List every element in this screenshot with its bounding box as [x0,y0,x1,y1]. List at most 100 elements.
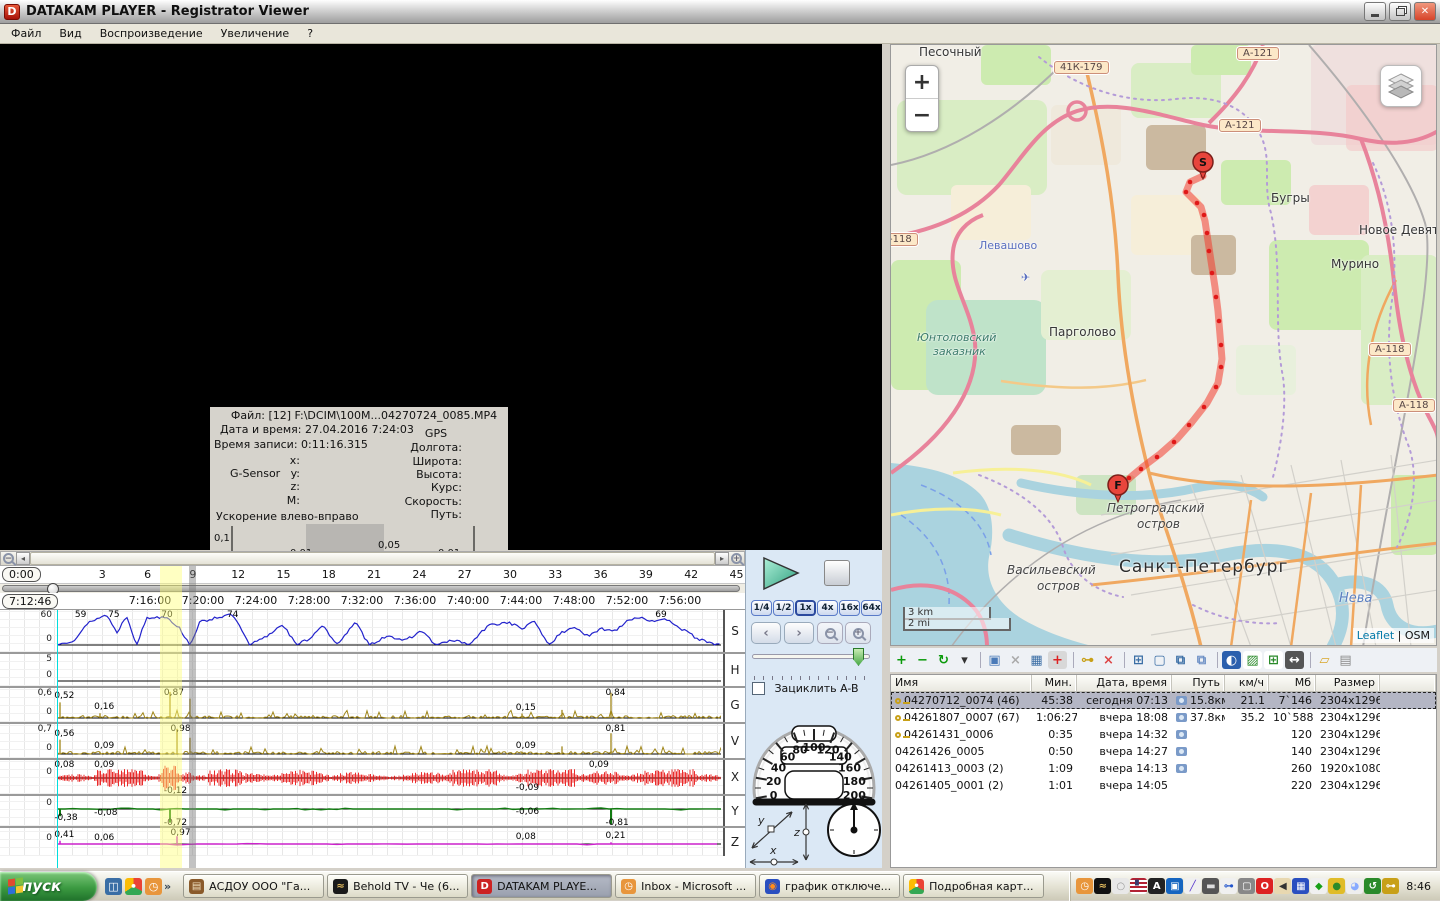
tray-punto-switcher[interactable]: A [1148,878,1165,894]
track-row-X[interactable]: 00,080,09-0,12-0,090,09X [0,758,745,794]
toolbar-remove-icon[interactable]: − [913,651,932,669]
taskbar-task-button[interactable]: ◷Inbox - Microsoft ... [615,874,756,898]
osm-link[interactable]: OSM [1405,629,1430,642]
scroll-right-button[interactable]: ▸ [715,552,729,565]
graph-zoom-out-button[interactable]: − [817,622,843,644]
menu-item-Воспроизведение[interactable]: Воспроизведение [91,25,212,42]
speed-button-64x[interactable]: 64x [861,600,882,616]
quicklaunch-overflow[interactable]: » [164,880,171,893]
task-app-icon[interactable]: ◷ [621,879,636,894]
track-row-H[interactable]: 50H [0,652,745,686]
close-button[interactable]: ✕ [1414,2,1436,21]
tray-volume[interactable]: ◀ [1274,878,1291,894]
speed-button-1/2[interactable]: 1/2 [773,600,794,616]
column-header-Путь[interactable]: Путь [1172,675,1225,691]
restore-button[interactable] [1389,2,1411,21]
taskbar-task-button[interactable]: DDATAKAM PLAYE... [471,874,612,898]
tray-red-o[interactable]: O [1256,878,1273,894]
tray-messenger[interactable]: ▣ [1166,878,1183,894]
menu-item-Файл[interactable]: Файл [2,25,50,42]
track-row-G[interactable]: 0,600,520,160,870,150,84G [0,686,745,722]
tray-pen[interactable]: ╱ [1184,878,1201,894]
taskbar-task-button[interactable]: ◉график отключе... [759,874,900,898]
graph-zoom-in-button[interactable]: + [845,622,871,644]
toolbar-refresh-icon[interactable]: ↻ [934,651,953,669]
volume-slider[interactable] [752,654,870,659]
minute-scale[interactable]: 0:00 369121518212427303336394245 [0,566,745,584]
track-plot-Y[interactable]: 0-0,38-0,08-0,72-0,06-0,81 [0,796,723,826]
toolbar-key-delete-icon[interactable]: × [1099,651,1118,669]
tray-sync[interactable]: ○ [1112,878,1129,894]
scroll-left-button[interactable]: ◂ [16,552,30,565]
toolbar-frame-add-icon[interactable]: ⊞ [1129,651,1148,669]
column-header-Мин.[interactable]: Мин. [1032,675,1077,691]
zoom-out-icon[interactable]: − [3,553,14,564]
prev-file-button[interactable]: ‹ [751,622,781,644]
track-row-Z[interactable]: 00,410,060,970,080,21Z [0,826,745,856]
toolbar-folder-icon[interactable]: ▱ [1315,651,1334,669]
toolbar-frames-export-icon[interactable]: ⧉ [1192,651,1211,669]
track-plot-X[interactable]: 00,080,09-0,12-0,090,09 [0,760,723,794]
taskbar-task-button[interactable]: ≈Behold TV - Че (6... [327,874,468,898]
toolbar-fit-width-icon[interactable]: ↔ [1285,651,1304,669]
quicklaunch-chrome[interactable]: • [125,878,142,895]
tray-display[interactable]: ▢ [1238,878,1255,894]
toolbar-map-route-icon[interactable]: ▨ [1243,651,1262,669]
column-header-Дата, время[interactable]: Дата, время [1077,675,1172,691]
track-plot-S[interactable]: 6005975707469 [0,610,723,652]
speed-button-1x[interactable]: 1x [795,600,816,616]
zoom-in-icon[interactable]: + [731,553,742,564]
track-plot-H[interactable]: 50 [0,654,723,686]
map-layers-button[interactable] [1380,65,1422,107]
slider-thumb[interactable] [853,648,864,666]
stop-button[interactable] [824,560,850,586]
tray-gold-key[interactable]: ⊶ [1382,878,1399,894]
leaflet-link[interactable]: Leaflet [1357,629,1394,642]
tray-keyboard-layout[interactable]: ▘ [1130,878,1147,894]
tray-audio[interactable]: ◕ [1346,878,1363,894]
toolbar-save-icon[interactable]: ▦ [1027,651,1046,669]
map-zoom-in-button[interactable]: + [906,66,938,99]
loop-checkbox[interactable] [752,682,765,695]
table-row[interactable]: 04270712_0074 (46)45:38сегодня 07:1315.8… [891,692,1436,709]
sensor-tracks[interactable]: 6005975707469S50H0,600,520,160,870,150,8… [0,610,745,868]
tray-network[interactable]: ▦ [1292,878,1309,894]
tray-key[interactable]: ⊶ [1220,878,1237,894]
menu-item-?[interactable]: ? [298,25,322,42]
toolbar-copy-icon[interactable]: ▣ [985,651,1004,669]
toolbar-add-icon[interactable]: + [892,651,911,669]
scrollbar-thumb[interactable] [30,552,715,565]
menu-item-Увеличение[interactable]: Увеличение [212,25,299,42]
tray-update[interactable]: ↺ [1364,878,1381,894]
tray-green-diamond[interactable]: ◆ [1310,878,1327,894]
toolbar-frame-icon[interactable]: ▢ [1150,651,1169,669]
track-row-Y[interactable]: 0-0,38-0,08-0,72-0,06-0,81Y [0,794,745,826]
column-header-км/ч[interactable]: км/ч [1225,675,1269,691]
table-row[interactable]: 04261413_0003 (2)1:09вчера 14:132601920x… [891,760,1436,777]
start-button[interactable]: пуск [0,872,97,901]
speed-button-16x[interactable]: 16x [839,600,860,616]
task-app-icon[interactable]: D [477,879,492,894]
tray-usb[interactable]: ▬ [1202,878,1219,894]
task-app-icon[interactable]: • [909,879,924,894]
toolbar-report-icon[interactable]: ▤ [1336,651,1355,669]
speed-button-1/4[interactable]: 1/4 [751,600,772,616]
task-app-icon[interactable]: ▤ [189,879,204,894]
speed-button-4x[interactable]: 4x [817,600,838,616]
toolbar-map-add-icon[interactable]: ⊞ [1264,651,1283,669]
minimize-button[interactable] [1364,2,1386,21]
tray-shield[interactable]: ● [1328,878,1345,894]
taskbar-task-button[interactable]: ▤АСДОУ ООО "Га... [183,874,324,898]
menu-item-Вид[interactable]: Вид [50,25,90,42]
time-scale[interactable]: 7:12:46 7:16:007:20:007:24:007:28:007:32… [0,593,745,610]
seek-slider[interactable] [2,585,740,592]
toolbar-delete-icon[interactable]: × [1006,651,1025,669]
table-row[interactable]: 04261807_0007 (67)1:06:27вчера 18:0837.8… [891,709,1436,726]
table-row[interactable]: 04261431_00060:35вчера 14:321202304x1296 [891,726,1436,743]
toolbar-more-icon[interactable]: ▾ [955,651,974,669]
video-area[interactable]: Файл: [12] F:\DCIM\100M...04270724_0085.… [0,44,882,550]
table-row[interactable]: 04261426_00050:50вчера 14:271402304x1296 [891,743,1436,760]
quicklaunch-outlook[interactable]: ◷ [145,878,162,895]
map[interactable]: SF + − 3 km 2 mi Leaflet | OSM ПесочныйЛ… [890,44,1437,646]
toolbar-key-remove-icon[interactable]: ⊶ [1078,651,1097,669]
